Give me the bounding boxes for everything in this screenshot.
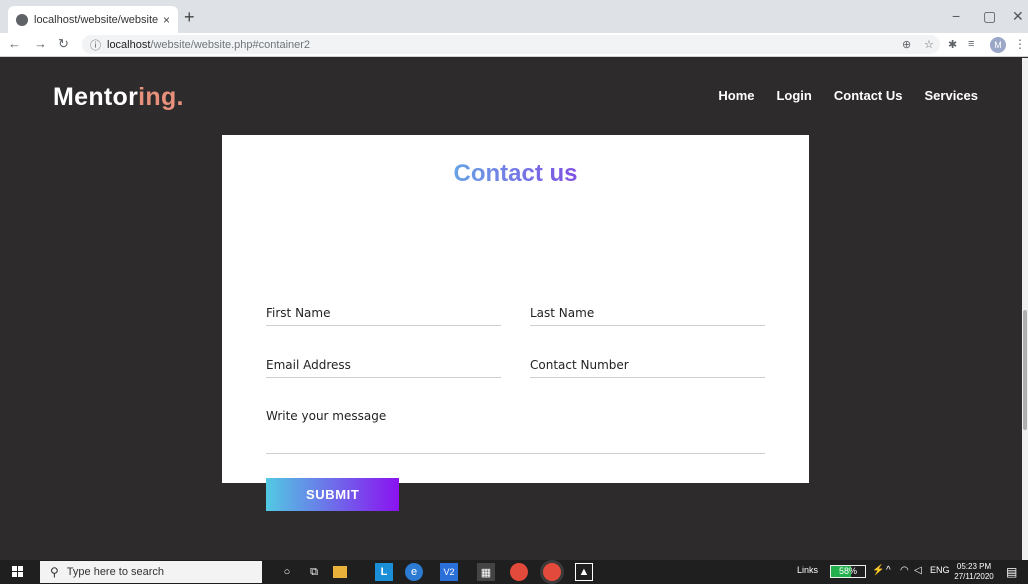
new-tab-button[interactable]: +: [184, 7, 195, 28]
minimize-button[interactable]: −: [952, 8, 960, 24]
extension-puzzle-icon[interactable]: ✱: [948, 38, 957, 51]
windows-start-icon[interactable]: [12, 566, 24, 578]
last-name-field-wrap: [530, 293, 765, 326]
contact-title: Contact us: [222, 160, 809, 188]
first-name-field-wrap: [266, 293, 501, 326]
page-viewport: Mentoring. Home Login Contact Us Service…: [0, 58, 1022, 560]
calculator-icon[interactable]: ▦: [477, 563, 495, 581]
email-input[interactable]: [266, 345, 501, 377]
logo-main-text: Mentor: [53, 83, 139, 111]
tab-title: localhost/website/website.php#c: [34, 13, 159, 26]
photos-icon[interactable]: ▲: [575, 563, 593, 581]
windows-taskbar: ⚲ Type here to search ○ ⧉ L e V2 ▦ ▲ Lin…: [0, 560, 1028, 584]
message-textarea[interactable]: [266, 399, 765, 453]
edge-browser-icon[interactable]: e: [405, 563, 423, 581]
close-tab-icon[interactable]: ×: [163, 13, 170, 27]
info-icon[interactable]: ⓘ: [90, 37, 101, 53]
taskbar-search-box[interactable]: ⚲ Type here to search: [40, 561, 262, 583]
notification-icon[interactable]: ▤: [1006, 565, 1017, 579]
contact-number-field-wrap: [530, 345, 765, 378]
profile-avatar[interactable]: M: [990, 37, 1006, 53]
speaker-icon[interactable]: ◁: [914, 565, 922, 576]
zoom-icon[interactable]: ⊕: [902, 38, 911, 51]
message-field-wrap: [266, 399, 765, 454]
wifi-icon[interactable]: ◠: [900, 565, 909, 576]
file-explorer-icon[interactable]: [333, 566, 347, 578]
system-clock[interactable]: 05:23 PM 27/11/2020: [950, 562, 998, 582]
app-l-icon[interactable]: L: [375, 563, 393, 581]
browser-tab[interactable]: localhost/website/website.php#c ×: [8, 6, 178, 33]
site-logo[interactable]: Mentoring.: [53, 83, 184, 112]
clock-date: 27/11/2020: [954, 572, 994, 581]
visual-studio-icon[interactable]: V2: [440, 563, 458, 581]
cortana-icon[interactable]: ○: [278, 563, 296, 581]
nav-contact-us[interactable]: Contact Us: [834, 88, 903, 103]
more-menu-icon[interactable]: ⋮: [1014, 37, 1026, 51]
nav-services[interactable]: Services: [925, 88, 979, 103]
chrome-icon[interactable]: [510, 563, 528, 581]
globe-icon: [16, 13, 28, 26]
maximize-button[interactable]: ▢: [983, 8, 996, 25]
battery-indicator[interactable]: 58%: [830, 565, 866, 578]
language-indicator[interactable]: ENG: [930, 565, 950, 575]
task-view-icon[interactable]: ⧉: [305, 563, 323, 581]
contact-card: Contact us SUBMIT: [222, 135, 809, 511]
search-icon: ⚲: [50, 565, 59, 579]
browser-tab-bar: localhost/website/website.php#c × + − ▢ …: [0, 0, 1028, 33]
taskbar-search-placeholder: Type here to search: [66, 566, 165, 578]
address-bar-row: ← → ↻ ⓘ localhost/website/website.php#co…: [0, 33, 1028, 57]
reload-icon[interactable]: ↻: [58, 36, 69, 52]
battery-charge-icon: ⚡: [872, 565, 885, 576]
reading-list-icon[interactable]: ≡: [968, 38, 974, 50]
main-nav: Home Login Contact Us Services: [718, 88, 978, 103]
page-scrollbar[interactable]: [1022, 58, 1028, 560]
close-window-button[interactable]: ✕: [1012, 8, 1024, 25]
chrome-active-icon[interactable]: [543, 563, 561, 581]
url-field[interactable]: ⓘ localhost/website/website.php#containe…: [82, 35, 940, 54]
submit-button[interactable]: SUBMIT: [266, 478, 399, 511]
back-arrow-icon[interactable]: ←: [8, 36, 21, 51]
last-name-input[interactable]: [530, 293, 765, 325]
nav-login[interactable]: Login: [776, 88, 811, 103]
clock-time: 05:23 PM: [956, 562, 992, 571]
scrollbar-thumb[interactable]: [1023, 310, 1027, 430]
battery-percent: 58%: [838, 566, 857, 576]
links-label[interactable]: Links: [797, 565, 818, 575]
email-field-wrap: [266, 345, 501, 378]
forward-arrow-icon[interactable]: →: [34, 36, 47, 51]
contact-number-input[interactable]: [530, 345, 765, 377]
nav-home[interactable]: Home: [718, 88, 754, 103]
url-path: /website/website.php#container2: [150, 38, 311, 51]
star-bookmark-icon[interactable]: ☆: [924, 38, 934, 51]
url-host: localhost: [107, 38, 151, 51]
logo-accent-text: ing.: [138, 83, 184, 111]
first-name-input[interactable]: [266, 293, 501, 325]
chevron-up-icon[interactable]: ^: [886, 565, 891, 576]
